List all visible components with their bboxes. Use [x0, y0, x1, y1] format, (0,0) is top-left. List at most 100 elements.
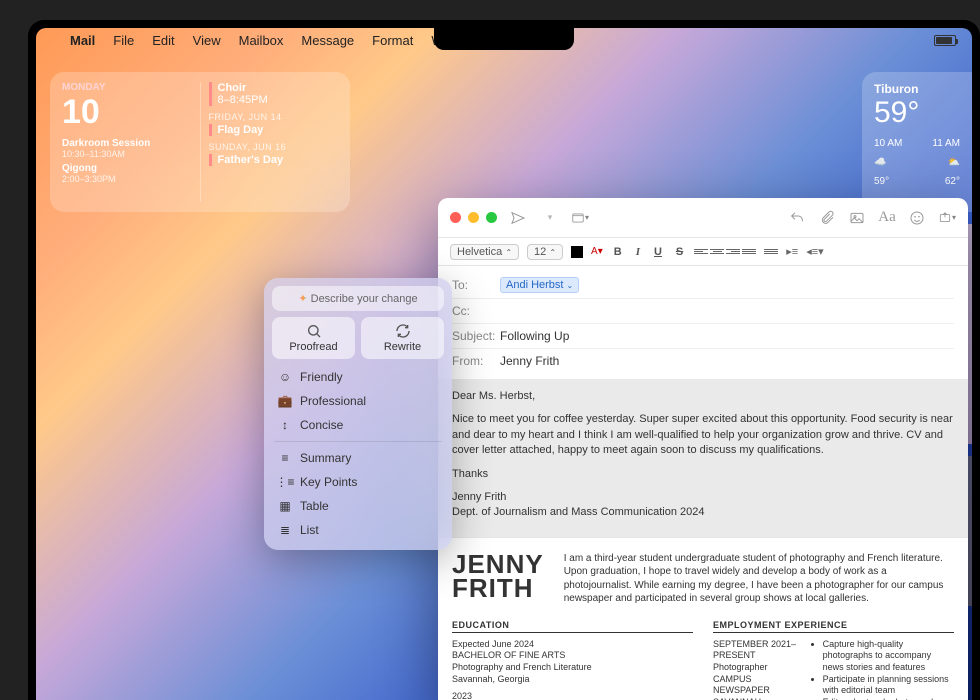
indent-icon[interactable]: ▸≡ [786, 245, 798, 258]
weather-widget[interactable]: Tiburon 59° 10 AM 11 AM ☁️ ⛅ 59° 62° [862, 72, 972, 212]
sparkle-icon: ✦ [298, 293, 307, 305]
format-icon[interactable]: Aa [878, 209, 896, 227]
list-bullet-icon[interactable] [764, 246, 778, 258]
calendar-widget[interactable]: MONDAY 10 Darkroom Session 10:30–11:30AM… [50, 72, 350, 212]
calendar-event: Darkroom Session 10:30–11:30AM [62, 138, 192, 159]
font-select[interactable]: Helvetica ⌃ [450, 244, 519, 260]
weather-location: Tiburon [874, 82, 960, 96]
menu-view[interactable]: View [193, 33, 221, 48]
resume-section-header: EMPLOYMENT EXPERIENCE [713, 620, 954, 633]
weather-hour-temp: 62° [945, 176, 960, 187]
table-icon: ▦ [278, 499, 292, 513]
bold-button[interactable]: B [611, 246, 625, 258]
emoji-icon[interactable] [908, 209, 926, 227]
writing-tools-panel: ✦ Describe your change Proofread Rewrite… [264, 278, 452, 550]
menu-edit[interactable]: Edit [152, 33, 174, 48]
photo-icon[interactable] [848, 209, 866, 227]
mail-body[interactable]: Dear Ms. Herbst, Nice to meet you for co… [438, 379, 968, 539]
subject-label: Subject: [452, 329, 500, 343]
calendar-event: Choir 8–8:45PM [209, 82, 339, 106]
calendar-event: Father's Day [209, 154, 339, 166]
subject-field[interactable]: Following Up [500, 329, 569, 343]
rewrite-button[interactable]: Rewrite [361, 317, 444, 359]
calendar-event: Qigong 2:00–3:30PM [62, 163, 192, 184]
body-signature: Dept. of Journalism and Mass Communicati… [452, 505, 954, 520]
resume-name: FRITH [452, 576, 544, 601]
lines-icon: ≡ [278, 451, 292, 465]
briefcase-icon: 💼 [278, 394, 292, 408]
tone-friendly[interactable]: ☺Friendly [272, 365, 444, 389]
list-icon: ≣ [278, 523, 292, 537]
calendar-event: Flag Day [209, 124, 339, 136]
body-thanks: Thanks [452, 467, 954, 482]
mail-compose-window: ▾ ▾ Aa ▾ Helvetica ⌃ 12 ⌃ A▾ B I U S [438, 198, 968, 700]
battery-icon[interactable] [934, 35, 956, 46]
proofread-button[interactable]: Proofread [272, 317, 355, 359]
italic-button[interactable]: I [633, 246, 643, 258]
cc-label: Cc: [452, 304, 500, 318]
outdent-icon[interactable]: ◂≡▾ [806, 245, 823, 258]
send-icon[interactable] [509, 209, 527, 227]
from-label: From: [452, 354, 500, 368]
attachment-preview[interactable]: JENNY FRITH I am a third-year student un… [438, 537, 968, 700]
to-recipient-pill[interactable]: Andi Herbst ⌄ [500, 277, 579, 293]
format-bar: Helvetica ⌃ 12 ⌃ A▾ B I U S ▸≡ ◂≡▾ [438, 238, 968, 266]
align-justify-icon[interactable] [742, 246, 756, 258]
smile-icon: ☺ [278, 370, 292, 384]
format-table[interactable]: ▦Table [272, 494, 444, 518]
weather-cloud-icon: ☁️ [874, 157, 886, 168]
resume-bio: I am a third-year student undergraduate … [564, 552, 954, 606]
calendar-day-number: 10 [62, 93, 192, 132]
menu-mailbox[interactable]: Mailbox [239, 33, 284, 48]
weather-temp: 59° [874, 96, 960, 130]
menu-file[interactable]: File [113, 33, 134, 48]
resume-bullets: Capture high-quality photographs to acco… [811, 639, 954, 700]
mail-toolbar: ▾ ▾ Aa ▾ [438, 198, 968, 238]
app-name[interactable]: Mail [70, 33, 95, 48]
fullscreen-button[interactable] [486, 212, 497, 223]
body-paragraph: Nice to meet you for coffee yesterday. S… [452, 412, 954, 458]
cc-field[interactable] [500, 304, 954, 318]
menu-format[interactable]: Format [372, 33, 413, 48]
bullets-icon: ⋮≡ [278, 475, 292, 489]
format-keypoints[interactable]: ⋮≡Key Points [272, 470, 444, 494]
resume-entry: SEPTEMBER 2021–PRESENT Photographer CAMP… [713, 639, 801, 700]
body-signature: Jenny Frith [452, 490, 954, 505]
share-icon[interactable]: ▾ [938, 209, 956, 227]
calendar-subheader: SUNDAY, JUN 16 [209, 142, 339, 152]
calendar-subheader: FRIDAY, JUN 14 [209, 112, 339, 122]
body-greeting: Dear Ms. Herbst, [452, 389, 954, 404]
color-swatch[interactable] [571, 246, 583, 258]
chevron-down-icon[interactable]: ▾ [541, 209, 559, 227]
minimize-button[interactable] [468, 212, 479, 223]
mail-header-fields: To: Andi Herbst ⌄ Cc: Subject: Following… [438, 266, 968, 379]
strike-button[interactable]: S [673, 246, 686, 258]
weather-hour-label: 11 AM [932, 138, 960, 149]
underline-button[interactable]: U [651, 246, 665, 258]
calendar-day-name: MONDAY [62, 82, 192, 93]
resume-entry: Expected June 2024 BACHELOR OF FINE ARTS… [452, 639, 693, 686]
from-value[interactable]: Jenny Frith [500, 354, 559, 368]
resume-entry: 2023 EXCHANGE CERTIFICATE [452, 691, 693, 700]
attach-icon[interactable] [818, 209, 836, 227]
align-left-icon[interactable] [694, 246, 708, 258]
fontsize-select[interactable]: 12 ⌃ [527, 244, 563, 260]
format-summary[interactable]: ≡Summary [272, 446, 444, 470]
close-button[interactable] [450, 212, 461, 223]
tone-concise[interactable]: ↕Concise [272, 413, 444, 437]
align-right-icon[interactable] [726, 246, 740, 258]
describe-change-input[interactable]: ✦ Describe your change [272, 286, 444, 311]
menu-message[interactable]: Message [301, 33, 354, 48]
align-center-icon[interactable] [710, 246, 724, 258]
resume-section-header: EDUCATION [452, 620, 693, 633]
format-list[interactable]: ≣List [272, 518, 444, 542]
reply-icon[interactable] [788, 209, 806, 227]
to-label: To: [452, 278, 500, 292]
tone-professional[interactable]: 💼Professional [272, 389, 444, 413]
header-dropdown-icon[interactable]: ▾ [571, 209, 589, 227]
weather-hour-label: 10 AM [874, 138, 902, 149]
weather-cloud-icon: ⛅ [948, 157, 960, 168]
weather-hour-temp: 59° [874, 176, 889, 187]
text-color-icon[interactable]: A▾ [591, 246, 603, 257]
arrow-in-icon: ↕ [278, 418, 292, 432]
